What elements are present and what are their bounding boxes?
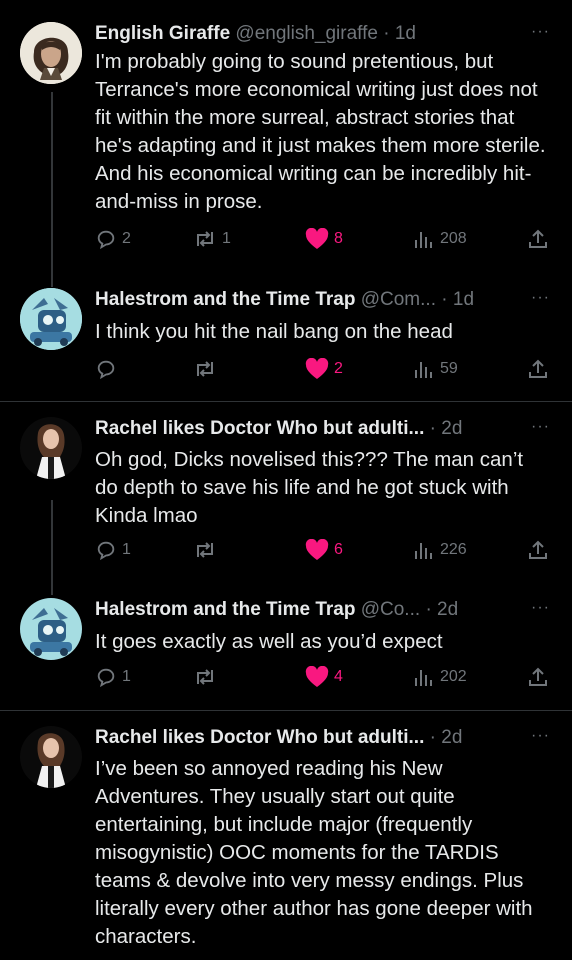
repost-button[interactable]	[193, 358, 222, 380]
reply-count: 1	[122, 668, 131, 685]
share-icon	[529, 359, 547, 378]
avatar[interactable]	[20, 22, 82, 84]
reply-button[interactable]	[95, 358, 122, 380]
views-icon	[415, 362, 432, 378]
reply-button[interactable]: 1	[95, 666, 131, 688]
share-icon	[529, 229, 547, 248]
post-time[interactable]: · 2d	[425, 599, 458, 620]
more-icon[interactable]: ···	[531, 598, 550, 618]
like-count: 2	[334, 360, 343, 377]
reply-count: 2	[122, 230, 131, 247]
repost-button[interactable]	[193, 539, 222, 561]
view-count: 208	[440, 230, 467, 247]
post-header: Halestrom and the Time Trap @Co... · 2d	[95, 598, 512, 622]
author-name[interactable]: Halestrom and the Time Trap	[95, 599, 355, 620]
post-time[interactable]: · 1d	[441, 289, 474, 310]
post-time[interactable]: · 2d	[430, 727, 463, 748]
more-icon[interactable]: ···	[531, 288, 550, 308]
author-handle[interactable]: @Co...	[361, 599, 420, 620]
post-time[interactable]: · 1d	[383, 23, 416, 44]
author-name[interactable]: Rachel likes Doctor Who but adulti...	[95, 727, 424, 748]
share-button[interactable]	[527, 358, 549, 380]
share-icon	[529, 540, 547, 559]
heart-icon	[305, 666, 329, 687]
author-handle[interactable]: @Com...	[361, 289, 436, 310]
divider	[0, 710, 572, 711]
repost-icon	[197, 361, 213, 377]
reply-icon	[97, 360, 115, 380]
avatar[interactable]	[20, 598, 82, 660]
reply-button[interactable]: 2	[95, 228, 131, 250]
post-text: Oh god, Dicks novelised this??? The man …	[95, 448, 524, 527]
post-text: I’ve been so annoyed reading his New Adv…	[95, 757, 533, 948]
post-time[interactable]: · 2d	[430, 418, 463, 439]
post-header: Halestrom and the Time Trap @Com... · 1d	[95, 288, 512, 312]
repost-button[interactable]	[193, 666, 222, 688]
like-count: 8	[334, 230, 343, 247]
reply-icon	[97, 668, 115, 688]
author-handle[interactable]: @english_giraffe	[235, 23, 378, 44]
avatar[interactable]	[20, 726, 82, 788]
views-button[interactable]: 202	[413, 666, 467, 688]
avatar[interactable]	[20, 288, 82, 350]
post-header: Rachel likes Doctor Who but adulti... · …	[95, 417, 512, 441]
post[interactable]: English Giraffe @english_giraffe · 1d ··…	[0, 22, 572, 272]
repost-icon	[197, 542, 213, 558]
post[interactable]: Rachel likes Doctor Who but adulti... · …	[0, 726, 572, 960]
reply-button[interactable]: 1	[95, 539, 131, 561]
like-button[interactable]: 4	[305, 666, 343, 688]
like-button[interactable]: 8	[305, 228, 343, 250]
like-button[interactable]: 2	[305, 358, 343, 380]
avatar[interactable]	[20, 417, 82, 479]
share-button[interactable]	[527, 666, 549, 688]
view-count: 202	[440, 668, 467, 685]
author-name[interactable]: Halestrom and the Time Trap	[95, 289, 355, 310]
divider	[0, 401, 572, 402]
reply-icon	[97, 230, 115, 250]
post-header: Rachel likes Doctor Who but adulti... · …	[95, 726, 512, 750]
share-button[interactable]	[527, 228, 549, 250]
views-button[interactable]: 226	[413, 539, 467, 561]
heart-icon	[305, 228, 329, 249]
views-button[interactable]: 208	[413, 228, 467, 250]
more-icon[interactable]: ···	[531, 417, 550, 437]
heart-icon	[305, 358, 329, 379]
views-icon	[415, 670, 432, 686]
post-header: English Giraffe @english_giraffe · 1d	[95, 22, 512, 46]
post-text: I think you hit the nail bang on the hea…	[95, 320, 453, 343]
post[interactable]: Halestrom and the Time Trap @Com... · 1d…	[0, 288, 572, 388]
view-count: 226	[440, 541, 467, 558]
repost-count: 1	[222, 230, 231, 247]
repost-icon	[197, 231, 213, 247]
post-actions: 2 59	[95, 358, 572, 384]
post[interactable]: Halestrom and the Time Trap @Co... · 2d …	[0, 598, 572, 698]
views-button[interactable]: 59	[413, 358, 458, 380]
more-icon[interactable]: ···	[531, 22, 550, 42]
repost-button[interactable]: 1	[193, 228, 231, 250]
repost-icon	[197, 669, 213, 685]
heart-icon	[305, 539, 329, 560]
share-icon	[529, 667, 547, 686]
views-icon	[415, 232, 432, 248]
post-text: It goes exactly as well as you’d expect	[95, 630, 443, 653]
like-button[interactable]: 6	[305, 539, 343, 561]
author-name[interactable]: Rachel likes Doctor Who but adulti...	[95, 418, 424, 439]
reply-count: 1	[122, 541, 131, 558]
share-button[interactable]	[527, 539, 549, 561]
post[interactable]: Rachel likes Doctor Who but adulti... · …	[0, 417, 572, 577]
post-actions: 1 4 202	[95, 666, 572, 692]
more-icon[interactable]: ···	[531, 726, 550, 746]
post-actions: 1 6 226	[95, 539, 572, 565]
like-count: 6	[334, 541, 343, 558]
views-icon	[415, 543, 432, 559]
author-name[interactable]: English Giraffe	[95, 23, 230, 44]
view-count: 59	[440, 360, 458, 377]
like-count: 4	[334, 668, 343, 685]
reply-icon	[97, 541, 115, 561]
post-text: I'm probably going to sound pretentious,…	[95, 50, 546, 213]
post-actions: 2 1 8 208	[95, 228, 572, 254]
